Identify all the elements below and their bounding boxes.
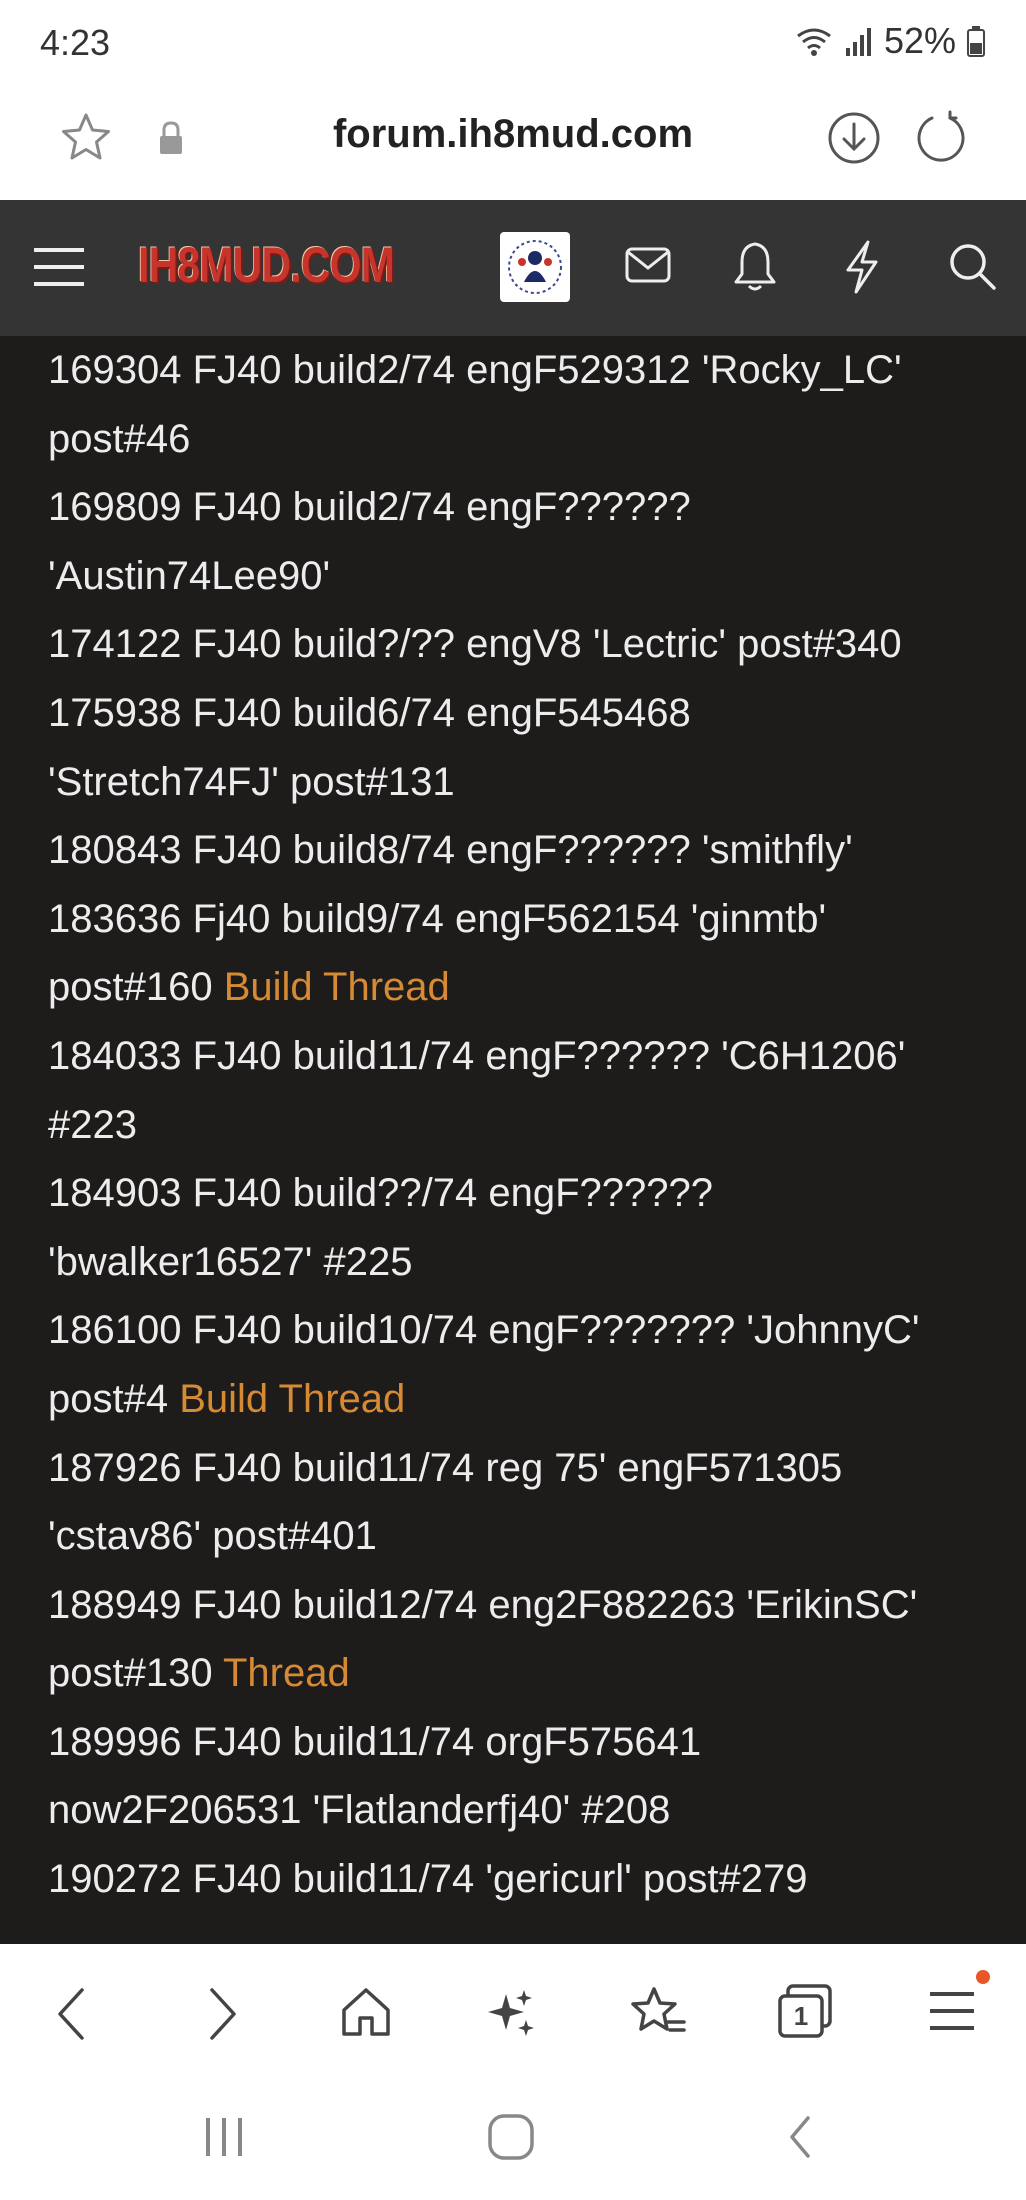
vin-entry-line: 169304 FJ40 build2/74 engF529312 'Rocky_…	[48, 336, 998, 405]
browser-bottom-nav: 1	[0, 1944, 1026, 2080]
home-icon[interactable]	[340, 1986, 392, 2038]
vin-entry-line: 184903 FJ40 build??/74 engF??????	[48, 1159, 998, 1228]
vin-entry-line: 190272 FJ40 build11/74 'gericurl' post#2…	[48, 1845, 998, 1914]
vin-entry-text: post#160	[48, 965, 224, 1010]
battery-icon	[967, 26, 985, 57]
vin-entry: 188949 FJ40 build12/74 eng2F882263 'Erik…	[48, 1571, 998, 1708]
download-icon[interactable]	[826, 110, 882, 166]
vin-entry: 184033 FJ40 build11/74 engF?????? 'C6H12…	[48, 1022, 998, 1159]
status-bar: 4:23 52%	[0, 0, 1026, 90]
vin-entry: 169304 FJ40 build2/74 engF529312 'Rocky_…	[48, 336, 998, 473]
vin-entry-line: 'Austin74Lee90'	[48, 542, 998, 611]
vin-entry-line: 174122 FJ40 build?/?? engV8 'Lectric' po…	[48, 610, 998, 679]
vin-entry-text: 174122 FJ40 build?/?? engV8 'Lectric' po…	[48, 622, 902, 667]
lightning-icon[interactable]	[842, 240, 882, 294]
post-content: 169304 FJ40 build2/74 engF529312 'Rocky_…	[0, 336, 1026, 1944]
vin-entry: 186100 FJ40 build10/74 engF??????? 'John…	[48, 1296, 998, 1433]
vin-entry-text: now2F206531 'Flatlanderfj40' #208	[48, 1788, 671, 1833]
avatar[interactable]	[500, 232, 570, 302]
vin-entry-line: post#46	[48, 405, 998, 474]
vin-entry-line: 'cstav86' post#401	[48, 1502, 998, 1571]
vin-entry-text: 189996 FJ40 build11/74 orgF575641	[48, 1719, 702, 1764]
vin-entry-line: 188949 FJ40 build12/74 eng2F882263 'Erik…	[48, 1571, 998, 1640]
notification-dot	[976, 1970, 990, 1984]
back-arrow-icon[interactable]	[52, 1986, 92, 2042]
vin-entry-line: 183636 Fj40 build9/74 engF562154 'ginmtb…	[48, 885, 998, 954]
wifi-icon	[797, 28, 831, 56]
status-icons: 52%	[794, 20, 986, 62]
vin-entry-text: 190272 FJ40 build11/74 'gericurl' post#2…	[48, 1857, 808, 1902]
vin-entry: 189996 FJ40 build11/74 orgF575641 now2F20…	[48, 1708, 998, 1845]
vin-entry-line: 'bwalker16527' #225	[48, 1228, 998, 1297]
vin-entry-line: 180843 FJ40 build8/74 engF?????? 'smithf…	[48, 816, 998, 885]
vin-entry-text: 'cstav86' post#401	[48, 1514, 377, 1559]
recents-icon[interactable]	[202, 2112, 246, 2162]
vin-entry-line: 'Stretch74FJ' post#131	[48, 748, 998, 817]
home-circle-icon[interactable]	[486, 2112, 536, 2162]
thread-link[interactable]: Build Thread	[179, 1377, 405, 1421]
menu-icon[interactable]	[928, 1986, 976, 2036]
battery-percent: 52%	[883, 20, 956, 61]
vin-entry-text: 169304 FJ40 build2/74 engF529312 'Rocky_…	[48, 348, 902, 392]
vin-entry-text: #223	[48, 1102, 137, 1147]
sparkle-icon[interactable]	[486, 1986, 536, 2038]
vin-entry-text: 184903 FJ40 build??/74 engF??????	[48, 1171, 713, 1216]
vin-entry-line: post#160 Build Thread	[48, 953, 998, 1022]
vin-entry-text: post#4	[48, 1376, 180, 1421]
vin-entry: 180843 FJ40 build8/74 engF?????? 'smithf…	[48, 816, 998, 885]
vin-entry-line: #223	[48, 1091, 998, 1160]
vin-entry: 190272 FJ40 build11/74 'gericurl' post#2…	[48, 1845, 998, 1914]
forum-header: IH8MUD.COM	[0, 200, 1026, 336]
vin-entry-line: 187926 FJ40 build11/74 reg 75' engF57130…	[48, 1434, 998, 1503]
vin-entry-line: 169809 FJ40 build2/74 engF??????	[48, 473, 998, 542]
reload-icon[interactable]	[912, 110, 968, 166]
vin-entry: 174122 FJ40 build?/?? engV8 'Lectric' po…	[48, 610, 998, 679]
vin-entry-text: 'Stretch74FJ' post#131	[48, 759, 455, 804]
vin-entry-text: 180843 FJ40 build8/74 engF?????? 'smithf…	[48, 828, 853, 873]
signal-icon	[845, 28, 871, 56]
site-logo[interactable]: IH8MUD.COM	[138, 236, 395, 294]
system-back-icon[interactable]	[782, 2112, 818, 2162]
vin-entry-text: 187926 FJ40 build11/74 reg 75' engF57130…	[48, 1445, 843, 1490]
vin-entry-text: 175938 FJ40 build6/74 engF545468	[48, 690, 691, 735]
thread-link[interactable]: Build Thread	[224, 965, 450, 1009]
vin-entry-text: 'Austin74Lee90'	[48, 553, 331, 598]
bell-icon[interactable]	[732, 240, 778, 292]
vin-entry-line: 189996 FJ40 build11/74 orgF575641	[48, 1708, 998, 1777]
vin-entry-text: post#130	[48, 1651, 223, 1696]
vin-entry-text: 184033 FJ40 build11/74 engF?????? 'C6H12…	[48, 1033, 906, 1078]
vin-entry-line: post#4 Build Thread	[48, 1365, 998, 1434]
vin-entry-line: 186100 FJ40 build10/74 engF??????? 'John…	[48, 1296, 998, 1365]
vin-entry: 184903 FJ40 build??/74 engF?????? 'bwalke…	[48, 1159, 998, 1296]
vin-entry: 183636 Fj40 build9/74 engF562154 'ginmtb…	[48, 885, 998, 1022]
vin-entry-text: 183636 Fj40 build9/74 engF562154 'ginmtb…	[48, 896, 827, 941]
thread-link[interactable]: Thread	[223, 1651, 350, 1695]
vin-entry-text: 186100 FJ40 build10/74 engF??????? 'John…	[48, 1308, 920, 1353]
tabs-icon[interactable]: 1	[776, 1982, 834, 2040]
avatar-image	[508, 240, 562, 294]
vin-entry-text: 188949 FJ40 build12/74 eng2F882263 'Erik…	[48, 1582, 918, 1627]
vin-entry-text: 'bwalker16527' #225	[48, 1239, 413, 1284]
vin-entry-line: 184033 FJ40 build11/74 engF?????? 'C6H12…	[48, 1022, 998, 1091]
envelope-icon[interactable]	[624, 246, 672, 286]
vin-entry-text: post#46	[48, 416, 191, 461]
vin-list: 169304 FJ40 build2/74 engF529312 'Rocky_…	[48, 336, 998, 1914]
vin-entry: 175938 FJ40 build6/74 engF545468 'Stretch…	[48, 679, 998, 816]
hamburger-menu-icon[interactable]	[32, 244, 86, 290]
bookmarks-icon[interactable]	[630, 1986, 686, 2038]
browser-url-bar: forum.ih8mud.com	[0, 90, 1026, 200]
forward-arrow-icon[interactable]	[202, 1986, 242, 2042]
vin-entry: 169809 FJ40 build2/74 engF?????? 'Austin7…	[48, 473, 998, 610]
status-time: 4:23	[40, 22, 111, 63]
vin-entry-text: 169809 FJ40 build2/74 engF??????	[48, 485, 691, 530]
search-icon[interactable]	[948, 242, 998, 292]
system-nav-bar	[0, 2080, 1026, 2200]
vin-entry-line: post#130 Thread	[48, 1639, 998, 1708]
vin-entry: 187926 FJ40 build11/74 reg 75' engF57130…	[48, 1434, 998, 1571]
vin-entry-line: now2F206531 'Flatlanderfj40' #208	[48, 1776, 998, 1845]
vin-entry-line: 175938 FJ40 build6/74 engF545468	[48, 679, 998, 748]
tabs-count: 1	[793, 2001, 809, 2031]
